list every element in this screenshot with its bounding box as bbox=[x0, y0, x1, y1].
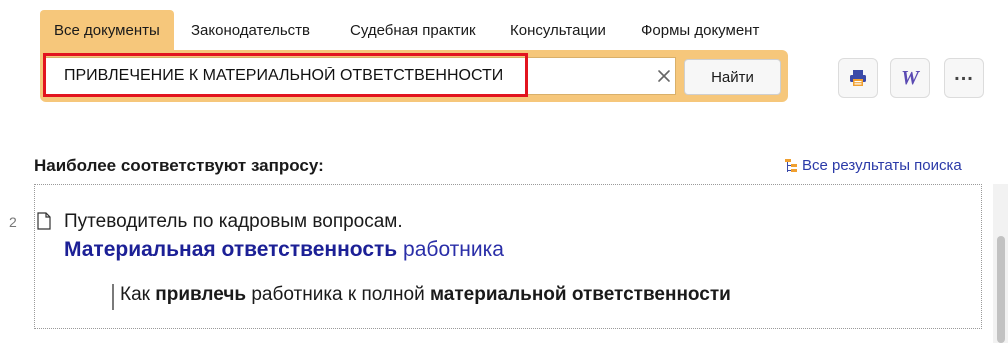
tab-label: Консультации bbox=[510, 21, 606, 39]
section-title: Наиболее соответствуют запросу: bbox=[34, 156, 324, 175]
all-results-link[interactable]: Все результаты поиска bbox=[784, 157, 962, 174]
printer-icon bbox=[850, 70, 866, 86]
more-button[interactable]: ... bbox=[944, 58, 984, 98]
scrollbar-thumb[interactable] bbox=[997, 236, 1005, 343]
tab-court-practice[interactable]: Судебная практик bbox=[350, 10, 476, 50]
snippet-text: Как bbox=[120, 284, 156, 305]
search-input[interactable] bbox=[48, 58, 638, 94]
more-icon: ... bbox=[954, 63, 974, 85]
tab-consultations[interactable]: Консультации bbox=[510, 10, 606, 50]
search-field bbox=[45, 57, 676, 95]
snippet-match: привлечь bbox=[155, 284, 247, 305]
snippet-match: материальной ответственности bbox=[429, 284, 731, 305]
tab-label: Судебная практик bbox=[350, 21, 476, 39]
snippet-text: работника к полной bbox=[246, 284, 430, 305]
tab-bar: Все документы Законодательств Судебная п… bbox=[40, 10, 759, 50]
tab-label: Формы документ bbox=[641, 21, 760, 39]
find-button[interactable]: Найти bbox=[684, 59, 781, 95]
search-snippet: Как привлечь работника к полной материал… bbox=[112, 284, 731, 310]
document-source: Путеводитель по кадровым вопросам. bbox=[64, 211, 403, 232]
tab-document-forms[interactable]: Формы документ bbox=[641, 10, 759, 50]
document-title-link[interactable]: Материальная ответственность работника bbox=[64, 238, 504, 262]
print-button[interactable] bbox=[838, 58, 878, 98]
search-panel: Найти bbox=[40, 50, 788, 102]
word-export-button[interactable]: W bbox=[890, 58, 930, 98]
tree-list-icon bbox=[785, 158, 797, 172]
tab-label: Законодательств bbox=[191, 21, 310, 39]
tab-label: Все документы bbox=[54, 21, 160, 39]
all-results-label: Все результаты поиска bbox=[802, 157, 962, 174]
document-icon bbox=[37, 212, 51, 230]
title-highlight: Материальная ответственность bbox=[64, 238, 398, 261]
tab-legislation[interactable]: Законодательств bbox=[191, 10, 310, 50]
title-rest: работника bbox=[397, 238, 504, 261]
word-export-icon: W bbox=[901, 66, 919, 89]
row-number: 2 bbox=[9, 214, 17, 230]
tab-all-documents[interactable]: Все документы bbox=[40, 10, 174, 50]
clear-icon[interactable] bbox=[655, 67, 673, 85]
